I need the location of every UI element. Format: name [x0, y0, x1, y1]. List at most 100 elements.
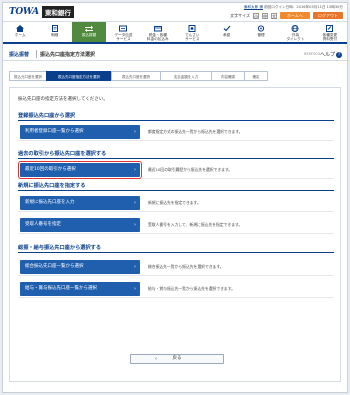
step-2-current: 振込先口座指定方法を選択	[46, 71, 112, 81]
step-4: 支払金額を入力	[160, 71, 212, 81]
chevron-right-icon: ›	[134, 200, 136, 206]
button-label: 新規に振込先口座を入力	[25, 200, 75, 205]
back-label: 戻る	[172, 356, 182, 361]
section-divider	[18, 252, 334, 253]
nav-label: 外為 ダイレクト	[286, 33, 305, 41]
recent-10-transactions-button[interactable]: 最近10回の取引から選択 ›	[18, 161, 142, 179]
salary-bonus-list-button[interactable]: 給与・賞与振込先口座一覧から選択 ›	[20, 282, 140, 296]
header-controls: 東和太郎 様 前回ログイン日時：2016年05月11日 15時30分 文字サイズ…	[230, 5, 343, 19]
section-divider	[18, 120, 334, 121]
nav-tax-payment[interactable]: 税金・各種 料金の払込み	[141, 22, 175, 42]
nav-transfer[interactable]: 振込振替	[71, 22, 107, 42]
nav-home[interactable]: ホーム	[3, 22, 37, 42]
font-size-medium[interactable]: 中	[262, 12, 268, 19]
option-row: 新規に振込先口座を入力 › 新規に振込先を指定できます。	[18, 194, 334, 212]
font-size-label: 文字サイズ	[230, 12, 250, 18]
app-frame: TOWA 東和銀行 東和太郎 様 前回ログイン日時：2016年05月11日 15…	[2, 2, 348, 393]
global-nav: ホーム 明細 振込振替 データ伝送 サービス 税金・各種 料金の払込み でんさい…	[3, 21, 347, 44]
selection-panel: 振込先口座の指定方法を選択してください。 登録振込先口座から選択 利用者登録口座…	[9, 87, 341, 382]
data-icon	[119, 24, 128, 32]
step-5: 内容確認	[211, 71, 245, 81]
nav-data-transfer[interactable]: データ伝送 サービス	[106, 22, 140, 42]
chevron-right-icon: ›	[134, 222, 136, 228]
section-divider	[18, 190, 334, 191]
form-icon	[325, 24, 334, 32]
nav-label: でんさい サービス	[185, 33, 200, 41]
payment-icon	[153, 24, 162, 32]
home-button[interactable]: ホームへ	[280, 12, 310, 19]
user-name[interactable]: 東和太郎 様	[244, 5, 263, 9]
logo-mark: TOWA	[9, 7, 39, 17]
button-label: 給与・賞与振込先口座一覧から選択	[25, 286, 97, 291]
nav-label: データ伝送 サービス	[114, 33, 133, 41]
button-label: 最近10回の取引から選択	[25, 167, 76, 172]
button-label: 受取人番号を指定	[25, 222, 61, 227]
option-row: 給与・賞与振込先口座一覧から選択 › 給与・賞与振込先一覧から振込先を選択できま…	[18, 280, 334, 298]
section-title: 登録振込先口座から選択	[18, 113, 76, 119]
option-description: 新規に振込先を指定できます。	[148, 200, 201, 205]
nav-label: 振込振替	[81, 33, 97, 37]
screen-code: BFKF003	[304, 52, 320, 56]
option-description: 都度指定方式の振込先一覧から振込先を選択できます。	[148, 129, 243, 134]
chevron-right-icon: ›	[134, 129, 136, 135]
manage-icon	[257, 24, 266, 32]
help-link[interactable]: ヘルプ ?	[320, 51, 342, 58]
section-title: 総振・給与振込先口座から選択する	[18, 245, 102, 251]
page-title-bar: 振込振替 振込先口座指定方法選択 BFKF003 ヘルプ ?	[3, 47, 347, 61]
help-label: ヘルプ	[319, 52, 335, 58]
font-size-small[interactable]: 小	[253, 12, 259, 19]
bank-logo[interactable]: TOWA 東和銀行	[9, 6, 74, 18]
nav-statements[interactable]: 明細	[37, 22, 71, 42]
option-description: 受取人番号を入力して、新規に振込先を指定できます。	[148, 222, 243, 227]
option-description: 給与・賞与振込先一覧から振込先を選択できます。	[148, 286, 235, 291]
densai-icon	[188, 24, 197, 32]
header: TOWA 東和銀行 東和太郎 様 前回ログイン日時：2016年05月11日 15…	[3, 3, 347, 21]
section-divider	[18, 158, 334, 159]
nav-management[interactable]: 管理	[244, 22, 278, 42]
home-icon	[16, 24, 25, 32]
logout-button[interactable]: ログアウト	[313, 12, 343, 19]
step-1: 振込元口座を選択	[9, 71, 47, 81]
new-account-entry-button[interactable]: 新規に振込先口座を入力 ›	[20, 196, 140, 210]
last-login: 前回ログイン日時：2016年05月11日 15時30分	[264, 5, 343, 9]
option-row: 総合振込先口座一覧から選択 › 総合振込先一覧から振込先を選択できます。	[18, 258, 334, 276]
approve-icon	[222, 24, 231, 32]
page-title: 振込先口座指定方法選択	[40, 52, 96, 58]
chevron-right-icon: ›	[134, 167, 136, 173]
bank-name: 東和銀行	[41, 6, 74, 18]
recipient-number-button[interactable]: 受取人番号を指定 ›	[20, 218, 140, 232]
nav-label: 税金・各種 料金の払込み	[147, 33, 169, 41]
question-icon: ?	[336, 51, 342, 58]
chevron-left-icon: ‹	[155, 356, 157, 362]
globe-icon	[291, 24, 300, 32]
general-transfer-list-button[interactable]: 総合振込先口座一覧から選択 ›	[20, 260, 140, 274]
title-divider	[36, 50, 37, 58]
option-row: 利用者登録口座一覧から選択 › 都度指定方式の振込先一覧から振込先を選択できます…	[18, 123, 334, 141]
back-button[interactable]: ‹ 戻る	[130, 354, 224, 364]
option-description: 総合振込先一覧から振込先を選択できます。	[148, 264, 224, 269]
option-description: 最近10回の取引履歴から振込先を選択できます。	[148, 167, 233, 172]
font-size-large[interactable]: 大	[271, 12, 277, 19]
nav-label: 承認	[223, 33, 231, 37]
nav-densai[interactable]: でんさい サービス	[175, 22, 209, 42]
chevron-right-icon: ›	[134, 264, 136, 270]
step-indicator: 振込元口座を選択 振込先口座指定方法を選択 振込先口座を選択 支払金額を入力 内…	[9, 71, 268, 81]
instruction-text: 振込先口座の指定方法を選択してください。	[18, 97, 108, 102]
user-info: 東和太郎 様 前回ログイン日時：2016年05月11日 15時30分	[230, 5, 343, 10]
nav-label: 明細	[51, 33, 59, 37]
button-label: 利用者登録口座一覧から選択	[25, 129, 84, 134]
chevron-right-icon: ›	[134, 286, 136, 292]
nav-changes[interactable]: 各種変更 資料受付	[313, 22, 347, 42]
section-title: 新規に振込先口座を指定する	[18, 183, 86, 189]
step-6: 確定	[244, 71, 268, 81]
registered-accounts-button[interactable]: 利用者登録口座一覧から選択 ›	[20, 125, 140, 139]
option-row: 最近10回の取引から選択 › 最近10回の取引履歴から振込先を選択できます。	[18, 161, 334, 179]
nav-approval[interactable]: 承認	[209, 22, 243, 42]
option-row: 受取人番号を指定 › 受取人番号を入力して、新規に振込先を指定できます。	[18, 216, 334, 234]
section-title: 過去の取引から振込先口座を選択する	[18, 151, 107, 157]
nav-forex[interactable]: 外為 ダイレクト	[278, 22, 312, 42]
nav-label: 管理	[257, 33, 265, 37]
transfer-icon	[85, 24, 94, 32]
page-category: 振込振替	[9, 52, 30, 58]
document-icon	[50, 24, 59, 32]
